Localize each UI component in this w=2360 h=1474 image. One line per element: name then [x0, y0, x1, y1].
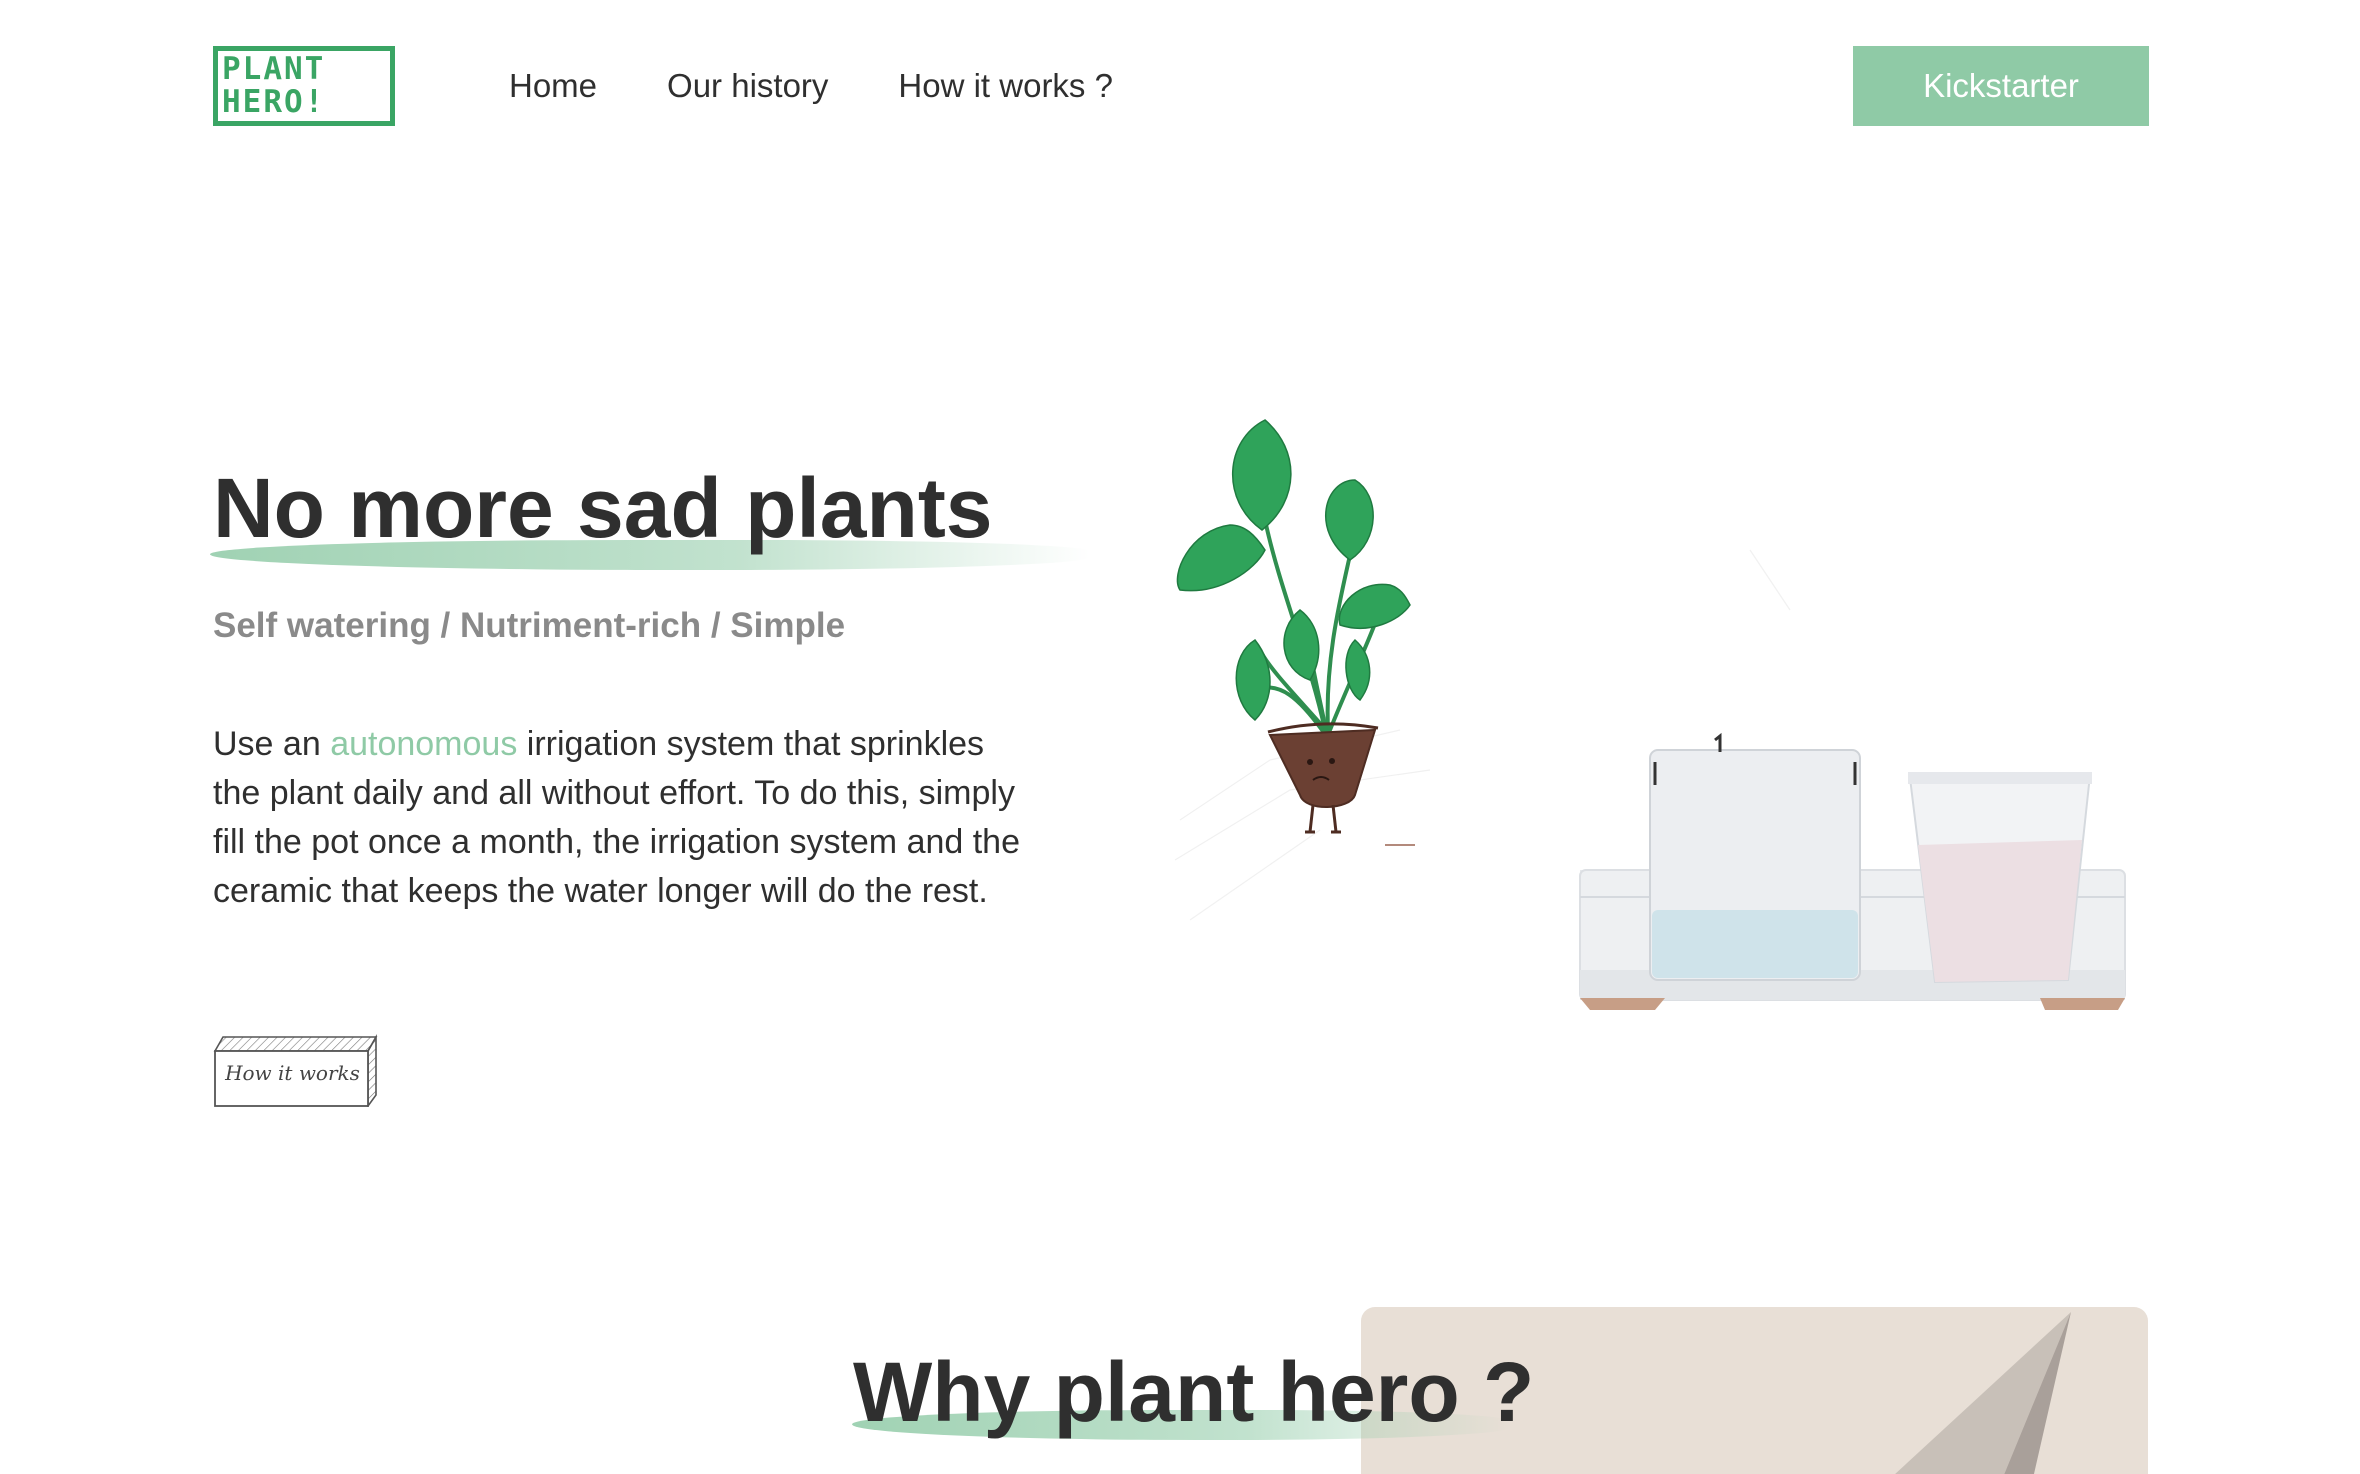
why-title: Why plant hero ? [853, 1345, 1535, 1439]
hero-illustration [1150, 400, 2150, 1040]
nav-how-it-works[interactable]: How it works ? [898, 67, 1113, 105]
logo[interactable]: PLANT HERO! [213, 46, 395, 126]
plant-illustration-icon [1174, 419, 2126, 1010]
logo-text-line-2: HERO! [222, 84, 326, 120]
page: PLANT HERO! Home Our history How it work… [0, 0, 2360, 1474]
how-it-works-label: How it works [225, 1061, 360, 1085]
hero-description: Use an autonomous irrigation system that… [213, 720, 1033, 916]
site-header: PLANT HERO! Home Our history How it work… [213, 46, 2149, 126]
kickstarter-button[interactable]: Kickstarter [1853, 46, 2149, 126]
main-nav: Home Our history How it works ? [509, 46, 1183, 126]
hero-subtitle: Self watering / Nutriment-rich / Simple [213, 606, 846, 645]
hero-title: No more sad plants [213, 461, 993, 555]
description-start: Use an [213, 725, 331, 763]
description-accent-word: autonomous [330, 725, 518, 763]
how-it-works-button[interactable]: How it works [213, 1033, 378, 1107]
logo-text-line-1: PLANT [222, 51, 326, 87]
nav-home[interactable]: Home [509, 67, 597, 105]
planter-illustration [1579, 732, 2126, 1010]
nav-our-history[interactable]: Our history [667, 67, 828, 105]
